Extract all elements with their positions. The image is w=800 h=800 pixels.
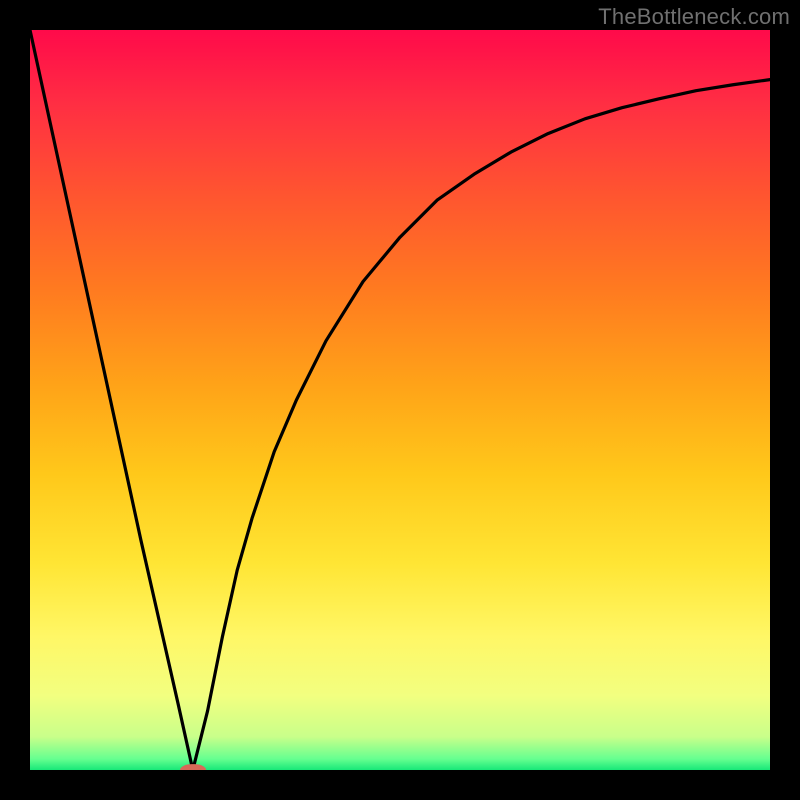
plot-area — [30, 30, 770, 770]
optimal-point-marker — [180, 764, 206, 770]
chart-frame: TheBottleneck.com — [0, 0, 800, 800]
bottleneck-curve — [30, 30, 770, 770]
watermark-text: TheBottleneck.com — [598, 4, 790, 30]
